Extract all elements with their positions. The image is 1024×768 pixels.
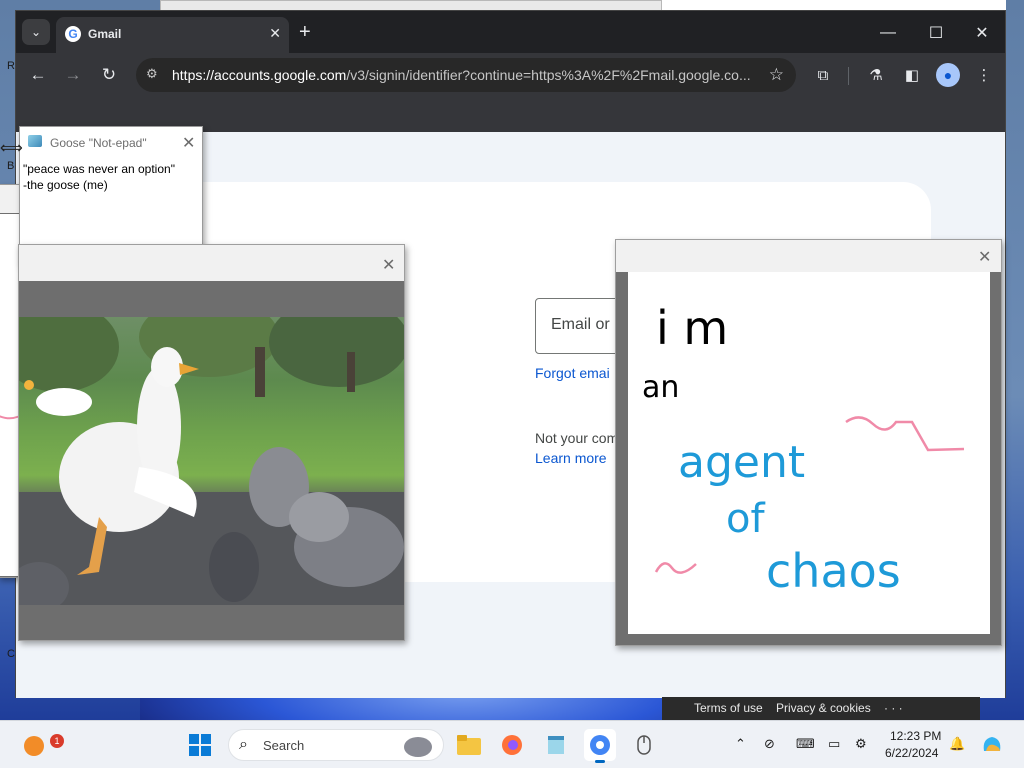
address-bar[interactable]: ⚙ https://accounts.google.com/v3/signin/… (136, 58, 796, 92)
star-icon[interactable]: ☆ (769, 65, 784, 85)
note-line: -the goose (me) (23, 178, 108, 192)
back-icon[interactable]: ← (25, 62, 51, 88)
chevron-up-icon[interactable]: ⌃ (735, 736, 746, 752)
network-icon[interactable]: ⊘ (764, 736, 775, 752)
mouse-icon[interactable] (628, 729, 660, 761)
new-tab-icon[interactable]: + (299, 19, 311, 45)
google-g-icon: G (65, 26, 81, 42)
site-info-icon[interactable]: ⚙ (146, 66, 158, 82)
desktop-icon-label[interactable]: C (7, 648, 15, 660)
terms-link[interactable]: Terms of use (694, 701, 763, 715)
note-line: "peace was never an option" (23, 162, 175, 176)
window-title: Goose "Not-epad" (50, 136, 147, 150)
drawn-text: of (726, 496, 765, 542)
keyboard-icon[interactable]: ⌨ (796, 736, 815, 752)
tab-title: Gmail (88, 27, 122, 41)
drawn-text: an (642, 370, 679, 405)
start-icon[interactable] (184, 729, 216, 761)
side-panel-icon[interactable]: ◧ (900, 63, 924, 87)
extensions-icon[interactable]: ⧉ (811, 63, 835, 87)
forgot-email-link[interactable]: Forgot emai (535, 365, 610, 381)
close-icon[interactable]: ✕ (978, 247, 991, 267)
close-icon[interactable]: ✕ (182, 133, 195, 153)
accessibility-icon[interactable]: ⚙ (855, 736, 867, 752)
bell-icon[interactable]: 🔔 (949, 736, 965, 752)
drawing-canvas: i m an agent of chaos (628, 272, 990, 634)
duck-with-pigeons-image (19, 317, 404, 605)
drawn-text: i m (656, 301, 728, 355)
url-text[interactable]: https://accounts.google.com/v3/signin/id… (172, 67, 757, 83)
file-explorer-icon[interactable] (453, 729, 485, 761)
clock-time[interactable]: 12:23 PM (890, 729, 941, 743)
close-icon[interactable]: ✕ (382, 255, 395, 275)
search-icon: ⌕ (239, 736, 248, 753)
more-icon[interactable]: · · · (884, 701, 903, 715)
window-titlebar: ✕ (616, 240, 1001, 272)
tab-close-icon[interactable]: ✕ (269, 25, 281, 42)
duck-photo (19, 317, 404, 605)
duck-image-window: ✕ (18, 244, 405, 641)
note-text[interactable]: "peace was never an option" -the goose (… (23, 161, 199, 193)
taskbar-search[interactable]: ⌕ Search (228, 729, 444, 761)
learn-more-link[interactable]: Learn more (535, 450, 607, 466)
menu-icon[interactable]: ⋮ (972, 63, 996, 87)
weather-widget-icon[interactable]: 1 (18, 729, 64, 761)
taskbar: 1 ⌕ Search ⌃ ⊘ ⌨ ▭ ⚙ 12:23 PM 6/22/2024 … (0, 720, 1024, 768)
forward-icon[interactable]: → (60, 62, 86, 88)
reload-icon[interactable]: ↻ (96, 62, 122, 88)
notification-badge: 1 (50, 734, 64, 748)
chaos-drawing: i m an agent of chaos (642, 301, 965, 598)
desktop-icon-label[interactable]: R (7, 60, 15, 72)
profile-icon[interactable]: ● (936, 63, 960, 87)
toolbar-divider (848, 67, 849, 85)
footer-bar: Terms of use Privacy & cookies · · · (662, 697, 980, 720)
pink-scribble (845, 416, 965, 452)
tab-strip: ⌄ G Gmail ✕ + — ☐ ✕ (16, 11, 1005, 53)
url-host: https://accounts.google.com (172, 67, 347, 83)
close-icon[interactable]: ✕ (959, 19, 1005, 47)
not-your-computer-text: Not your com (535, 430, 619, 446)
minimize-icon[interactable]: — (865, 19, 911, 47)
drawn-text: chaos (766, 544, 901, 598)
firefox-icon[interactable] (496, 729, 528, 761)
window-titlebar: ✕ (19, 245, 404, 281)
labs-icon[interactable]: ⚗ (864, 63, 888, 87)
url-path: /v3/signin/identifier?continue=https%3A%… (346, 67, 751, 83)
chrome-icon[interactable] (584, 729, 616, 763)
privacy-link[interactable]: Privacy & cookies (776, 701, 871, 715)
browser-toolbar: ← → ↻ ⚙ https://accounts.google.com/v3/s… (16, 53, 1005, 97)
notepad-icon (28, 135, 42, 147)
desktop-icon-label[interactable]: B (7, 160, 14, 172)
chaos-drawing-window: ✕ i m an agent of chaos (615, 239, 1002, 646)
clock-date[interactable]: 6/22/2024 (885, 746, 938, 760)
copilot-icon[interactable] (976, 729, 1008, 761)
search-label: Search (263, 738, 305, 753)
tab-search-icon[interactable]: ⌄ (22, 19, 50, 45)
drawn-text: agent (678, 437, 805, 488)
window-titlebar: Goose "Not-epad" ✕ (20, 127, 202, 157)
resize-cursor-icon: ⟺ (0, 140, 23, 157)
maximize-icon[interactable]: ☐ (913, 19, 959, 47)
display-icon[interactable]: ▭ (828, 736, 840, 752)
search-highlight-icon (404, 737, 432, 757)
notepad-icon[interactable] (540, 729, 572, 761)
pink-scribble (654, 562, 697, 574)
email-placeholder: Email or p (551, 316, 624, 333)
tab-gmail[interactable]: G Gmail ✕ (56, 17, 289, 53)
